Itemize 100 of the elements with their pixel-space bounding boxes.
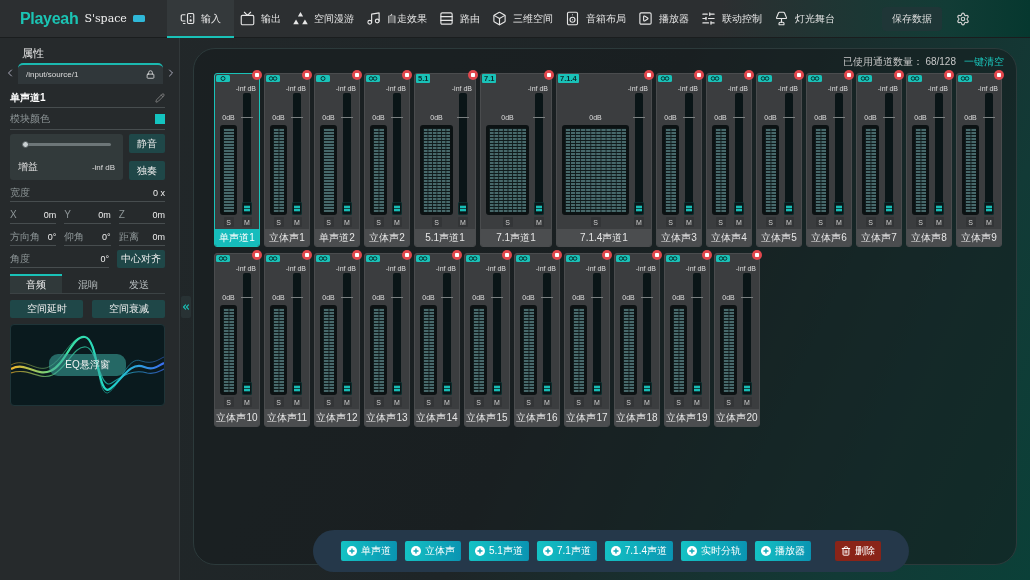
stop-icon[interactable] [302,250,312,260]
stop-icon[interactable] [744,70,754,80]
panel-tab[interactable]: 发送 [113,274,165,293]
fader-thumb[interactable] [392,382,402,395]
settings-icon[interactable] [956,11,970,26]
stop-icon[interactable] [944,70,954,80]
fader-track[interactable] [743,273,751,395]
fader-thumb[interactable] [884,202,894,215]
fader-thumb[interactable] [392,202,402,215]
stop-icon[interactable] [252,250,262,260]
fader-track[interactable] [885,93,893,215]
fader-thumb[interactable] [834,202,844,215]
fader-thumb[interactable] [684,202,694,215]
stop-icon[interactable] [352,250,362,260]
solo-button[interactable]: 独奏 [129,161,165,180]
action-button[interactable]: 空间衰减 [92,300,165,318]
fader-track[interactable] [785,93,793,215]
fader-thumb[interactable] [492,382,502,395]
fader-thumb[interactable] [442,382,452,395]
stop-icon[interactable] [402,70,412,80]
fader-thumb[interactable] [342,382,352,395]
fader-track[interactable] [393,93,401,215]
stop-icon[interactable] [752,250,762,260]
stop-icon[interactable] [652,250,662,260]
fader-thumb[interactable] [984,202,994,215]
stop-icon[interactable] [644,70,654,80]
stop-icon[interactable] [544,70,554,80]
fader-thumb[interactable] [692,382,702,395]
fader-thumb[interactable] [342,202,352,215]
fader-thumb[interactable] [642,382,652,395]
fader-track[interactable] [985,93,993,215]
fader-thumb[interactable] [734,202,744,215]
fader-track[interactable] [543,273,551,395]
pencil-icon[interactable] [155,92,165,103]
stop-icon[interactable] [302,70,312,80]
fader-track[interactable] [835,93,843,215]
panel-tab[interactable]: 音频 [10,274,62,293]
nav-tab[interactable]: 联动控制 [695,0,768,38]
action-button[interactable]: 空间延时 [10,300,83,318]
panel-tab[interactable]: 混响 [61,274,114,293]
nav-tab[interactable]: 路由 [433,0,486,38]
nav-tab[interactable]: 输入 [167,0,234,38]
nav-tab[interactable]: 音箱布局 [559,0,632,38]
stop-icon[interactable] [352,70,362,80]
clear-all-link[interactable]: 一键清空 [964,55,1004,69]
stop-icon[interactable] [894,70,904,80]
fader-thumb[interactable] [292,382,302,395]
fader-track[interactable] [343,273,351,395]
fader-track[interactable] [643,273,651,395]
fader-track[interactable] [293,273,301,395]
fader-thumb[interactable] [934,202,944,215]
nav-tab[interactable]: 输出 [234,0,287,38]
fader-track[interactable] [293,93,301,215]
lock-icon[interactable] [146,69,155,79]
nav-tab[interactable]: 灯光舞台 [768,0,841,38]
stop-icon[interactable] [252,70,262,80]
fader-thumb[interactable] [542,382,552,395]
swatch-icon[interactable] [155,113,165,124]
save-button[interactable]: 保存数据 [882,6,942,31]
fader-track[interactable] [443,273,451,395]
nav-tab[interactable]: 自走效果 [360,0,433,38]
fader-thumb[interactable] [784,202,794,215]
fader-track[interactable] [635,93,643,215]
stop-icon[interactable] [794,70,804,80]
fader-thumb[interactable] [242,382,252,395]
collapse-button[interactable] [181,296,191,318]
fader-track[interactable] [459,93,467,215]
stop-icon[interactable] [552,250,562,260]
delete-button[interactable]: 删除 [835,541,882,561]
fader-track[interactable] [593,273,601,395]
fader-track[interactable] [535,93,543,215]
center-align-button[interactable]: 中心对齐 [117,250,165,268]
stop-icon[interactable] [994,70,1004,80]
nav-tab[interactable]: 三维空间 [486,0,559,38]
fader-thumb[interactable] [292,202,302,215]
fader-thumb[interactable] [242,202,252,215]
fader-thumb[interactable] [534,202,544,215]
gain-thumb[interactable] [22,141,29,148]
fader-track[interactable] [685,93,693,215]
stop-icon[interactable] [702,250,712,260]
stop-icon[interactable] [502,250,512,260]
fader-track[interactable] [693,273,701,395]
gain-slider[interactable] [22,141,111,148]
stop-icon[interactable] [452,250,462,260]
fader-track[interactable] [393,273,401,395]
fader-track[interactable] [735,93,743,215]
fader-track[interactable] [243,273,251,395]
eq-window-button[interactable]: EQ悬浮窗 [49,354,126,376]
stop-icon[interactable] [694,70,704,80]
fader-track[interactable] [343,93,351,215]
fader-thumb[interactable] [592,382,602,395]
mute-button[interactable]: 静音 [129,134,165,153]
fader-thumb[interactable] [634,202,644,215]
nav-tab[interactable]: 播放器 [632,0,695,38]
fader-thumb[interactable] [742,382,752,395]
stop-icon[interactable] [602,250,612,260]
fader-thumb[interactable] [458,202,468,215]
fader-track[interactable] [493,273,501,395]
fader-track[interactable] [935,93,943,215]
fader-track[interactable] [243,93,251,215]
